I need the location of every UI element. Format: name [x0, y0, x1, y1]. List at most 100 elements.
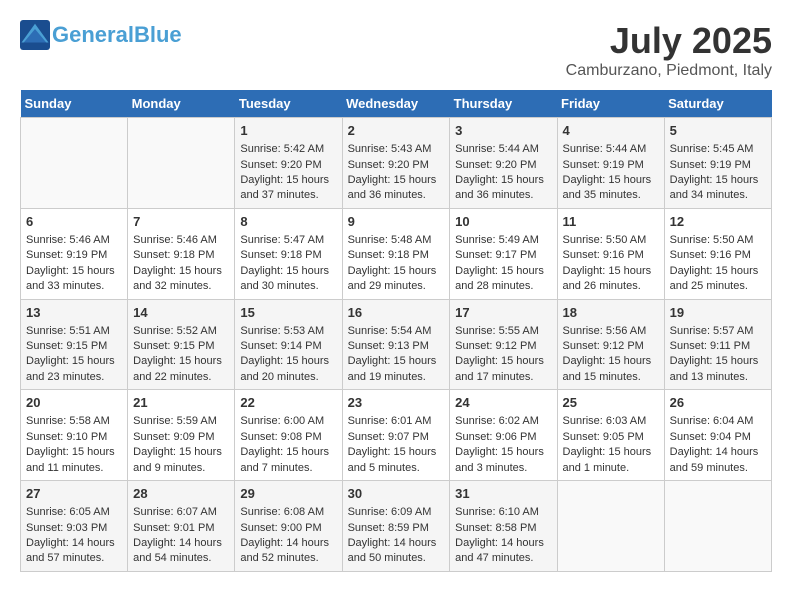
- daylight-text: Daylight: 15 hours and 3 minutes.: [455, 445, 551, 476]
- day-number: 1: [240, 122, 336, 140]
- calendar-cell: 3Sunrise: 5:44 AMSunset: 9:20 PMDaylight…: [450, 118, 557, 209]
- daylight-text: Daylight: 15 hours and 22 minutes.: [133, 354, 229, 385]
- sunset-text: Sunset: 9:19 PM: [563, 158, 659, 173]
- calendar-cell: 1Sunrise: 5:42 AMSunset: 9:20 PMDaylight…: [235, 118, 342, 209]
- calendar-cell: 2Sunrise: 5:43 AMSunset: 9:20 PMDaylight…: [342, 118, 450, 209]
- calendar-cell: 9Sunrise: 5:48 AMSunset: 9:18 PMDaylight…: [342, 208, 450, 299]
- sunset-text: Sunset: 9:18 PM: [348, 248, 445, 263]
- sunrise-text: Sunrise: 5:52 AM: [133, 324, 229, 339]
- location: Camburzano, Piedmont, Italy: [566, 62, 772, 80]
- day-number: 31: [455, 485, 551, 503]
- calendar-cell: 24Sunrise: 6:02 AMSunset: 9:06 PMDayligh…: [450, 390, 557, 481]
- sunrise-text: Sunrise: 6:00 AM: [240, 414, 336, 429]
- sunrise-text: Sunrise: 6:04 AM: [670, 414, 766, 429]
- sunset-text: Sunset: 9:09 PM: [133, 430, 229, 445]
- daylight-text: Daylight: 15 hours and 26 minutes.: [563, 264, 659, 295]
- sunrise-text: Sunrise: 5:45 AM: [670, 142, 766, 157]
- calendar-cell: 29Sunrise: 6:08 AMSunset: 9:00 PMDayligh…: [235, 481, 342, 572]
- sunset-text: Sunset: 9:07 PM: [348, 430, 445, 445]
- logo-line1: General: [52, 22, 134, 47]
- calendar-cell: 10 Sunrise: 5:49 AMSunset: 9:17 PMDayligh…: [450, 208, 557, 299]
- sunrise-text: Sunrise: 5:56 AM: [563, 324, 659, 339]
- daylight-text: Daylight: 15 hours and 19 minutes.: [348, 354, 445, 385]
- calendar-cell: 22Sunrise: 6:00 AMSunset: 9:08 PMDayligh…: [235, 390, 342, 481]
- day-number: 2: [348, 122, 445, 140]
- calendar-cell: [557, 481, 664, 572]
- sunrise-text: Sunrise: 5:57 AM: [670, 324, 766, 339]
- daylight-text: Daylight: 15 hours and 9 minutes.: [133, 445, 229, 476]
- sunset-text: Sunset: 9:15 PM: [133, 339, 229, 354]
- sunset-text: Sunset: 9:15 PM: [26, 339, 122, 354]
- daylight-text: Daylight: 15 hours and 35 minutes.: [563, 173, 659, 204]
- daylight-text: Daylight: 14 hours and 54 minutes.: [133, 536, 229, 567]
- logo-icon: [20, 20, 50, 50]
- sunset-text: Sunset: 9:12 PM: [563, 339, 659, 354]
- day-number: 10: [455, 213, 551, 231]
- daylight-text: Daylight: 15 hours and 13 minutes.: [670, 354, 766, 385]
- calendar-cell: [128, 118, 235, 209]
- sunset-text: Sunset: 9:20 PM: [240, 158, 336, 173]
- day-number: 19: [670, 304, 766, 322]
- sunrise-text: Sunrise: 6:08 AM: [240, 505, 336, 520]
- calendar-cell: 30Sunrise: 6:09 AMSunset: 8:59 PMDayligh…: [342, 481, 450, 572]
- day-number: 28: [133, 485, 229, 503]
- daylight-text: Daylight: 15 hours and 15 minutes.: [563, 354, 659, 385]
- sunrise-text: Sunrise: 5:44 AM: [563, 142, 659, 157]
- daylight-text: Daylight: 15 hours and 34 minutes.: [670, 173, 766, 204]
- sunrise-text: Sunrise: 5:54 AM: [348, 324, 445, 339]
- sunset-text: Sunset: 9:19 PM: [670, 158, 766, 173]
- daylight-text: Daylight: 15 hours and 20 minutes.: [240, 354, 336, 385]
- sunrise-text: Sunrise: 5:46 AM: [26, 233, 122, 248]
- sunset-text: Sunset: 9:18 PM: [240, 248, 336, 263]
- day-number: 12: [670, 213, 766, 231]
- calendar-cell: 5Sunrise: 5:45 AMSunset: 9:19 PMDaylight…: [664, 118, 771, 209]
- sunrise-text: Sunrise: 5:58 AM: [26, 414, 122, 429]
- calendar-cell: 27Sunrise: 6:05 AMSunset: 9:03 PMDayligh…: [21, 481, 128, 572]
- daylight-text: Daylight: 15 hours and 30 minutes.: [240, 264, 336, 295]
- day-number: 7: [133, 213, 229, 231]
- calendar-cell: 15Sunrise: 5:53 AMSunset: 9:14 PMDayligh…: [235, 299, 342, 390]
- calendar-cell: 11Sunrise: 5:50 AMSunset: 9:16 PMDayligh…: [557, 208, 664, 299]
- calendar-cell: 31Sunrise: 6:10 AMSunset: 8:58 PMDayligh…: [450, 481, 557, 572]
- day-number: 21: [133, 394, 229, 412]
- calendar-cell: 20Sunrise: 5:58 AMSunset: 9:10 PMDayligh…: [21, 390, 128, 481]
- sunrise-text: Sunrise: 5:50 AM: [563, 233, 659, 248]
- sunset-text: Sunset: 9:17 PM: [455, 248, 551, 263]
- header-sunday: Sunday: [21, 90, 128, 118]
- sunrise-text: Sunrise: 5:49 AM: [455, 233, 551, 248]
- header-thursday: Thursday: [450, 90, 557, 118]
- sunrise-text: Sunrise: 5:55 AM: [455, 324, 551, 339]
- calendar-cell: 14Sunrise: 5:52 AMSunset: 9:15 PMDayligh…: [128, 299, 235, 390]
- week-row-4: 20Sunrise: 5:58 AMSunset: 9:10 PMDayligh…: [21, 390, 772, 481]
- header-monday: Monday: [128, 90, 235, 118]
- day-number: 9: [348, 213, 445, 231]
- daylight-text: Daylight: 15 hours and 11 minutes.: [26, 445, 122, 476]
- day-number: 6: [26, 213, 122, 231]
- sunset-text: Sunset: 9:16 PM: [563, 248, 659, 263]
- header-friday: Friday: [557, 90, 664, 118]
- sunset-text: Sunset: 9:12 PM: [455, 339, 551, 354]
- day-number: 15: [240, 304, 336, 322]
- calendar-cell: 18Sunrise: 5:56 AMSunset: 9:12 PMDayligh…: [557, 299, 664, 390]
- day-number: 22: [240, 394, 336, 412]
- calendar-cell: 17Sunrise: 5:55 AMSunset: 9:12 PMDayligh…: [450, 299, 557, 390]
- page-header: GeneralBlue July 2025 Camburzano, Piedmo…: [20, 20, 772, 80]
- calendar-cell: 4Sunrise: 5:44 AMSunset: 9:19 PMDaylight…: [557, 118, 664, 209]
- sunrise-text: Sunrise: 6:03 AM: [563, 414, 659, 429]
- daylight-text: Daylight: 15 hours and 1 minute.: [563, 445, 659, 476]
- daylight-text: Daylight: 15 hours and 28 minutes.: [455, 264, 551, 295]
- sunset-text: Sunset: 8:58 PM: [455, 521, 551, 536]
- sunrise-text: Sunrise: 6:10 AM: [455, 505, 551, 520]
- title-block: July 2025 Camburzano, Piedmont, Italy: [566, 20, 772, 80]
- day-number: 27: [26, 485, 122, 503]
- sunset-text: Sunset: 9:04 PM: [670, 430, 766, 445]
- calendar-cell: [664, 481, 771, 572]
- sunrise-text: Sunrise: 5:46 AM: [133, 233, 229, 248]
- daylight-text: Daylight: 14 hours and 59 minutes.: [670, 445, 766, 476]
- week-row-5: 27Sunrise: 6:05 AMSunset: 9:03 PMDayligh…: [21, 481, 772, 572]
- sunrise-text: Sunrise: 5:50 AM: [670, 233, 766, 248]
- sunset-text: Sunset: 9:00 PM: [240, 521, 336, 536]
- daylight-text: Daylight: 15 hours and 29 minutes.: [348, 264, 445, 295]
- sunset-text: Sunset: 9:08 PM: [240, 430, 336, 445]
- calendar-cell: 19Sunrise: 5:57 AMSunset: 9:11 PMDayligh…: [664, 299, 771, 390]
